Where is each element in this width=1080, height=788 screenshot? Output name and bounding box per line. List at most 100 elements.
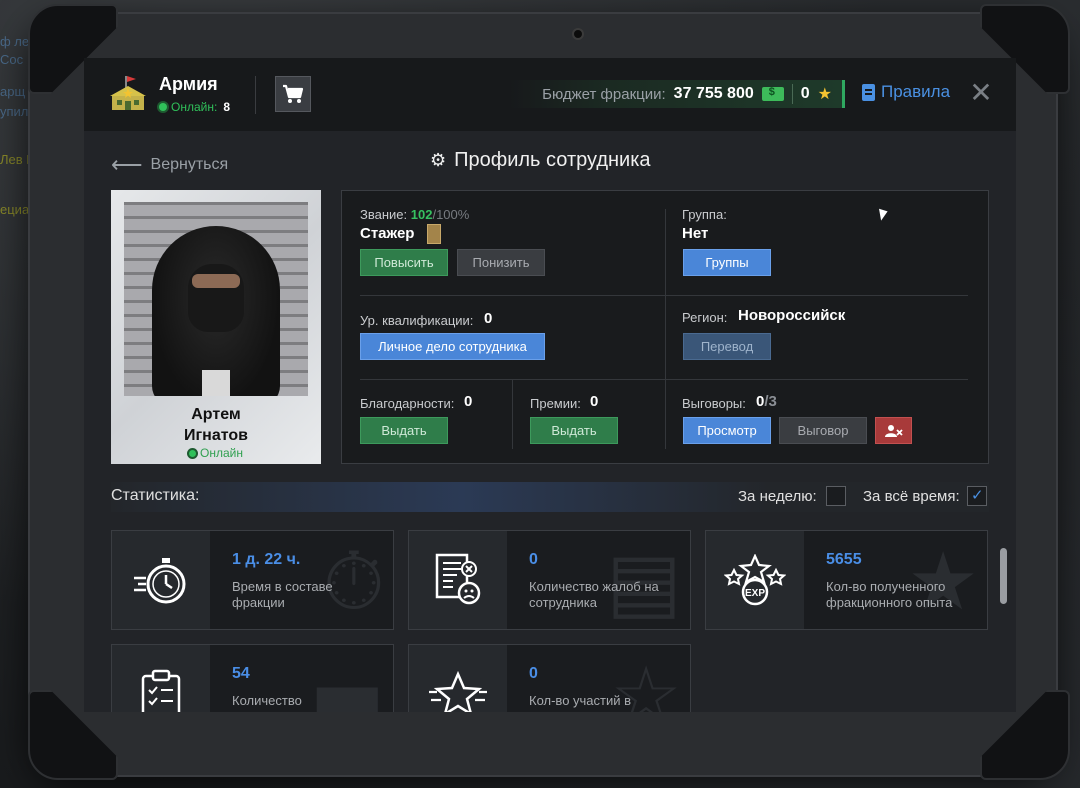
stat-description: Кол-во участий в [529, 693, 632, 708]
stat-card-complaints: ▤ 0 Количество жалоб на сотрудника [408, 530, 691, 630]
clipboard-checklist-icon [141, 669, 181, 712]
stat-value: 1 д. 22 ч. [232, 551, 301, 568]
give-thanks-button[interactable]: Выдать [360, 417, 448, 444]
shop-cart-button[interactable] [275, 76, 311, 112]
promote-button[interactable]: Повысить [360, 249, 448, 276]
rank-label: Звание: 102/100% [360, 207, 469, 222]
arrow-left-icon: ⟵ [111, 152, 143, 177]
reprimand-button[interactable]: Выговор [779, 417, 867, 444]
close-icon: ✕ [969, 76, 993, 109]
demote-button[interactable]: Понизить [457, 249, 545, 276]
complaint-report-icon [435, 553, 481, 605]
give-bonus-button[interactable]: Выдать [530, 417, 618, 444]
stars-value: 0 [800, 85, 810, 102]
stat-value: 54 [232, 665, 250, 682]
rank-badge-icon [427, 224, 441, 244]
stat-icon-box: EXP [706, 531, 804, 629]
week-filter-checkbox[interactable] [826, 486, 846, 506]
divider [360, 379, 968, 380]
region-value: Новороссийск [738, 307, 846, 324]
divider [512, 379, 513, 449]
stat-value: 5655 [826, 551, 862, 568]
stat-card-experience: ★ EXP 5655 Кол-во полученного фракционно… [705, 530, 988, 630]
reprimand-label: Выговоры: [682, 396, 746, 411]
groups-button[interactable]: Группы [683, 249, 771, 276]
rules-link[interactable]: Правила [862, 82, 950, 102]
tablet-screen: Армия Онлайн: 8 Бюджет фракции: 37 755 8… [84, 58, 1016, 712]
faction-name: Армия [159, 74, 218, 94]
employee-last-name: Игнатов [184, 427, 248, 444]
rank-progress: 102 [410, 207, 433, 222]
stat-icon-box [112, 645, 210, 712]
thanks-value: 0 [464, 393, 473, 410]
budget-label: Бюджет фракции: [542, 85, 666, 103]
close-button[interactable]: ✕ [968, 79, 994, 107]
all-time-filter-label: За всё время: [863, 488, 960, 505]
army-barracks-icon [110, 76, 146, 110]
divider [255, 76, 256, 114]
view-reprimands-button[interactable]: Просмотр [683, 417, 771, 444]
online-label: Онлайн: [171, 100, 218, 114]
dismiss-employee-button[interactable] [875, 417, 912, 444]
qualification-value: 0 [484, 310, 493, 327]
money-icon [761, 86, 784, 101]
page-title: ⚙ Профиль сотрудника [430, 149, 651, 172]
stat-value: 0 [529, 551, 538, 568]
rank-name: Стажер [360, 225, 415, 242]
star-events-icon [429, 670, 487, 712]
remove-user-icon [884, 424, 903, 437]
svg-text:EXP: EXP [745, 588, 765, 599]
employee-mugshot [124, 202, 308, 396]
camera-icon [572, 28, 584, 40]
all-time-filter-checkbox[interactable] [967, 486, 987, 506]
transfer-button[interactable]: Перевод [683, 333, 771, 360]
rank-progress-max: /100% [432, 207, 470, 222]
online-dot-icon [159, 103, 167, 111]
stat-icon-box [409, 645, 507, 712]
faction-budget: Бюджет фракции: 37 755 800 0 ★ [509, 80, 845, 108]
back-label: Вернуться [150, 156, 229, 173]
background-chat-text: ф ле [0, 34, 30, 49]
week-filter-label: За неделю: [738, 488, 817, 505]
divider [360, 295, 968, 296]
divider [665, 209, 666, 379]
bonus-label: Премии: [530, 396, 581, 411]
stat-description: Количество жалоб на сотрудника [529, 579, 659, 610]
stat-value: 0 [529, 665, 538, 682]
rank-label-text: Звание: [360, 207, 408, 222]
online-dot-icon [189, 449, 197, 457]
qualification-label: Ур. квалификации: [360, 313, 474, 328]
employee-photo-card: Артем Игнатов Онлайн [111, 190, 321, 464]
document-icon [862, 83, 875, 101]
divider [665, 379, 666, 449]
rules-label: Правила [881, 82, 951, 101]
employee-first-name: Артем [191, 406, 241, 423]
divider [791, 84, 793, 104]
reprimand-count: 0/3 [756, 393, 777, 410]
stat-card-events: ☆ 0 Кол-во участий в [408, 644, 691, 712]
stat-description: Время в составе фракции [232, 579, 333, 610]
budget-value: 37 755 800 [673, 85, 754, 102]
stat-description: Количество [232, 693, 302, 708]
group-label: Группа: [682, 207, 727, 222]
faction-online-status: Онлайн: 8 [159, 100, 230, 114]
scrollbar-thumb[interactable] [1000, 548, 1007, 604]
statistics-title: Статистика: [111, 487, 200, 504]
page-title-text: Профиль сотрудника [454, 149, 651, 171]
background-chat-text: арщ [0, 84, 26, 99]
region-label: Регион: [682, 310, 728, 325]
personal-file-button[interactable]: Личное дело сотрудника [360, 333, 545, 360]
top-bar: Армия Онлайн: 8 Бюджет фракции: 37 755 8… [84, 58, 1016, 131]
stat-icon-box [409, 531, 507, 629]
stat-description: Кол-во полученного фракционного опыта [826, 579, 953, 610]
background-chat-text: Сос [0, 52, 24, 67]
thanks-label: Благодарности: [360, 396, 455, 411]
gear-icon: ⚙ [430, 150, 447, 170]
employee-status-text: Онлайн [200, 446, 243, 460]
group-value: Нет [682, 225, 709, 242]
statistics-header: Статистика: За неделю: За всё время: [111, 482, 989, 512]
back-button[interactable]: ⟵ Вернуться [111, 152, 228, 178]
star-icon: ★ [817, 86, 832, 103]
stat-card-time: ⏱ 1 д. 22 ч. Время в составе фракции [111, 530, 394, 630]
cart-icon [283, 84, 304, 103]
